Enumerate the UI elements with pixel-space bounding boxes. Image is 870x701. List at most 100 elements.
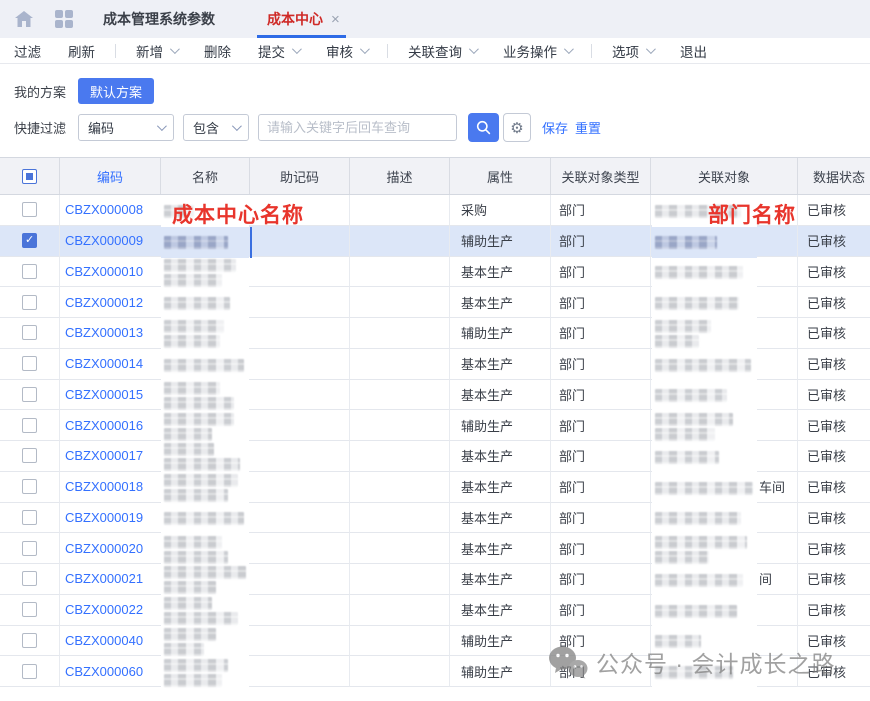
code-cell[interactable]: CBZX000015: [60, 380, 161, 411]
redacted-cell: [652, 350, 757, 381]
attribute-cell: 基本生产: [450, 441, 551, 472]
column-header-2[interactable]: 助记码: [250, 158, 350, 194]
redacted-name-column: [161, 196, 249, 688]
code-cell[interactable]: CBZX000021: [60, 564, 161, 595]
filter-settings-button[interactable]: ⚙: [503, 113, 531, 142]
default-scheme-button[interactable]: 默认方案: [78, 78, 154, 104]
toolbar-item-label: 过滤: [14, 41, 41, 61]
redacted-cell: [161, 596, 249, 627]
code-cell[interactable]: CBZX000060: [60, 656, 161, 687]
attribute-cell: 采购: [450, 195, 551, 226]
code-cell[interactable]: CBZX000016: [60, 410, 161, 441]
toolbar-item-3[interactable]: 删除: [204, 41, 231, 61]
code-cell[interactable]: CBZX000014: [60, 349, 161, 380]
data-status-cell: 已审核: [798, 441, 870, 472]
select-all-checkbox[interactable]: [22, 169, 37, 184]
mnemonic-cell: [250, 318, 350, 349]
row-checkbox[interactable]: [22, 233, 37, 248]
attribute-cell: 基本生产: [450, 472, 551, 503]
search-icon: [476, 120, 491, 135]
row-checkbox-cell: [0, 626, 60, 657]
toolbar-item-0[interactable]: 过滤: [14, 41, 41, 61]
filter-operator-select[interactable]: 包含: [183, 114, 249, 141]
row-checkbox[interactable]: [22, 418, 37, 433]
row-checkbox-cell: [0, 318, 60, 349]
toolbar-item-label: 新增: [136, 41, 163, 61]
attribute-cell: 基本生产: [450, 257, 551, 288]
attribute-cell: 辅助生产: [450, 410, 551, 441]
attribute-cell: 基本生产: [450, 503, 551, 534]
description-cell: [350, 595, 450, 626]
row-checkbox[interactable]: [22, 633, 37, 648]
code-cell[interactable]: CBZX000017: [60, 441, 161, 472]
attribute-cell: 基本生产: [450, 533, 551, 564]
column-header-0[interactable]: 编码: [60, 158, 161, 194]
toolbar-item-8[interactable]: 选项: [612, 41, 653, 61]
row-checkbox[interactable]: [22, 202, 37, 217]
toolbar-item-1[interactable]: 刷新: [68, 41, 95, 61]
toolbar-item-7[interactable]: 业务操作: [503, 41, 571, 61]
row-checkbox-cell: [0, 410, 60, 441]
column-header-3[interactable]: 描述: [350, 158, 450, 194]
tab-cost-center[interactable]: 成本中心 ×: [257, 0, 346, 38]
column-header-5[interactable]: 关联对象类型: [551, 158, 651, 194]
my-scheme-label: 我的方案: [14, 82, 78, 101]
apps-grid-icon[interactable]: [55, 10, 73, 28]
reset-scheme-link[interactable]: 重置: [575, 118, 601, 137]
row-checkbox-cell: [0, 441, 60, 472]
code-cell[interactable]: CBZX000008: [60, 195, 161, 226]
close-icon[interactable]: ×: [331, 11, 340, 28]
row-checkbox[interactable]: [22, 295, 37, 310]
mnemonic-cell: [250, 380, 350, 411]
column-header-6[interactable]: 关联对象: [651, 158, 798, 194]
home-icon[interactable]: [15, 11, 33, 27]
toolbar-item-2[interactable]: 新增: [136, 41, 177, 61]
redacted-cell: [161, 627, 249, 658]
code-cell[interactable]: CBZX000040: [60, 626, 161, 657]
row-checkbox[interactable]: [22, 448, 37, 463]
data-status-cell: 已审核: [798, 595, 870, 626]
toolbar-item-9[interactable]: 退出: [680, 41, 707, 61]
toolbar-divider: [591, 44, 592, 58]
row-checkbox[interactable]: [22, 571, 37, 586]
code-cell[interactable]: CBZX000013: [60, 318, 161, 349]
column-header-1[interactable]: 名称: [161, 158, 250, 194]
code-cell[interactable]: CBZX000012: [60, 287, 161, 318]
row-checkbox[interactable]: [22, 325, 37, 340]
row-checkbox[interactable]: [22, 664, 37, 679]
code-cell[interactable]: CBZX000022: [60, 595, 161, 626]
save-scheme-link[interactable]: 保存: [542, 118, 568, 137]
search-button[interactable]: [468, 113, 499, 142]
row-checkbox[interactable]: [22, 510, 37, 525]
toolbar-item-4[interactable]: 提交: [258, 41, 299, 61]
keyword-input[interactable]: [258, 114, 457, 141]
toolbar-item-5[interactable]: 审核: [326, 41, 367, 61]
mnemonic-cell: [250, 349, 350, 380]
code-cell[interactable]: CBZX000019: [60, 503, 161, 534]
row-checkbox-cell: [0, 564, 60, 595]
redacted-cell: [652, 258, 757, 289]
row-checkbox[interactable]: [22, 479, 37, 494]
data-status-cell: 已审核: [798, 564, 870, 595]
redacted-cell: [652, 565, 757, 596]
redacted-cell: [161, 534, 249, 565]
column-header-4[interactable]: 属性: [450, 158, 551, 194]
redacted-cell: [161, 504, 249, 535]
tab-cost-system-params[interactable]: 成本管理系统参数: [91, 0, 227, 38]
wechat-icon: [548, 645, 588, 679]
code-cell[interactable]: CBZX000018: [60, 472, 161, 503]
column-header-7[interactable]: 数据状态: [798, 158, 870, 194]
description-cell: [350, 349, 450, 380]
code-cell[interactable]: CBZX000009: [60, 226, 161, 257]
filter-field-select[interactable]: 编码: [78, 114, 174, 141]
row-checkbox[interactable]: [22, 387, 37, 402]
row-checkbox[interactable]: [22, 356, 37, 371]
chevron-down-icon: [292, 44, 302, 54]
row-checkbox[interactable]: [22, 264, 37, 279]
row-checkbox[interactable]: [22, 602, 37, 617]
select-all-checkbox-cell: [0, 158, 60, 194]
code-cell[interactable]: CBZX000010: [60, 257, 161, 288]
toolbar-item-6[interactable]: 关联查询: [408, 41, 476, 61]
code-cell[interactable]: CBZX000020: [60, 533, 161, 564]
row-checkbox[interactable]: [22, 541, 37, 556]
